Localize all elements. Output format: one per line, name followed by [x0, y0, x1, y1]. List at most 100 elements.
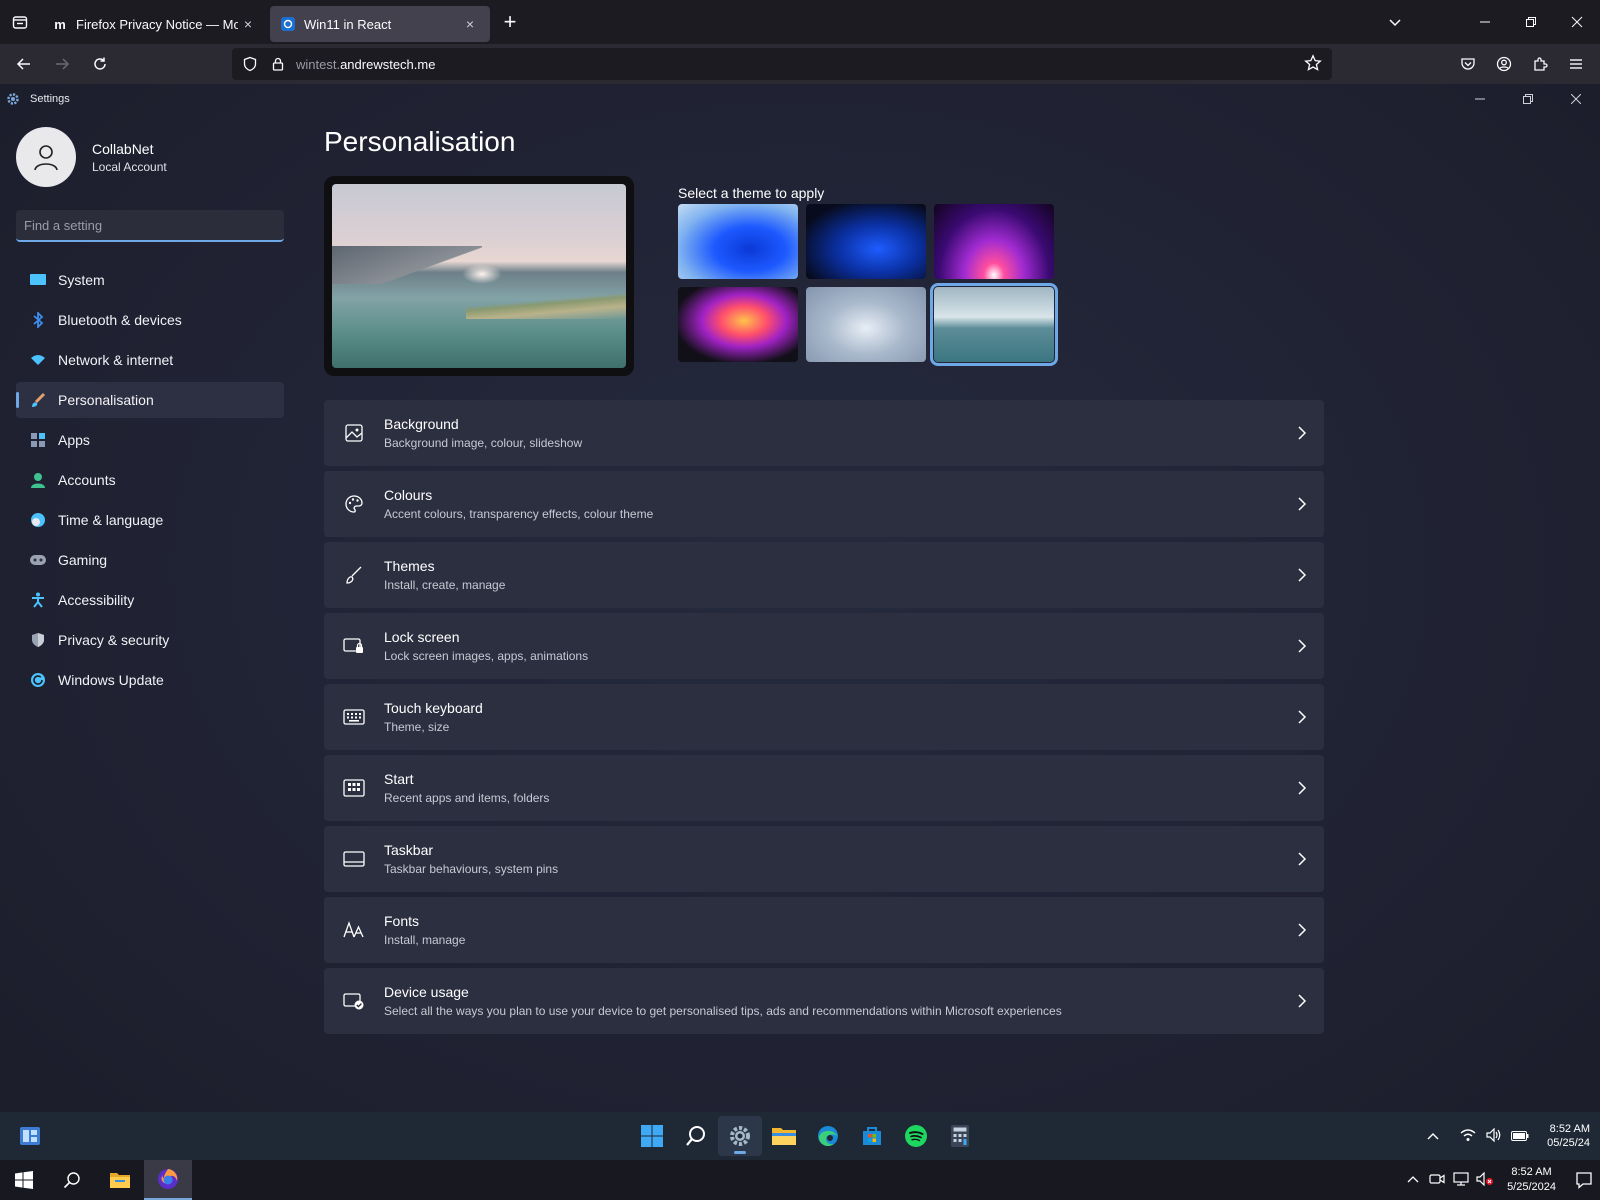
sidebar-item-personalisation[interactable]: Personalisation [16, 382, 284, 418]
firefox-view-button[interactable] [0, 0, 40, 44]
themes-card[interactable]: Themes Install, create, manage [324, 542, 1324, 608]
theme-thumbnail-dark[interactable] [806, 204, 926, 279]
taskbar-start-button[interactable] [630, 1116, 674, 1156]
sidebar-item-time-language[interactable]: Time & language [16, 502, 284, 538]
minimize-icon [1480, 21, 1490, 23]
chevron-right-icon [1298, 639, 1307, 653]
settings-maximize-button[interactable] [1504, 84, 1552, 114]
settings-window-titlebar: Settings [0, 84, 1600, 114]
sidebar-item-label: Accessibility [58, 592, 135, 608]
sidebar-item-gaming[interactable]: Gaming [16, 542, 284, 578]
shield-icon[interactable] [242, 56, 258, 72]
theme-thumbnail-light[interactable] [678, 204, 798, 279]
sidebar-item-accounts[interactable]: Accounts [16, 462, 284, 498]
sidebar-item-privacy-security[interactable]: Privacy & security [16, 622, 284, 658]
sidebar-item-windows-update[interactable]: Windows Update [16, 662, 284, 698]
reload-button[interactable] [82, 48, 118, 80]
card-title: Themes [384, 558, 435, 574]
settings-close-button[interactable] [1552, 84, 1600, 114]
card-description: Lock screen images, apps, animations [384, 649, 589, 663]
network-icon[interactable] [1449, 1171, 1473, 1189]
theme-thumbnail-sunrise[interactable] [930, 283, 1058, 366]
taskbar-store-button[interactable] [850, 1116, 894, 1156]
os-start-button[interactable] [0, 1160, 48, 1200]
fonts-card[interactable]: Fonts Install, manage [324, 897, 1324, 963]
restore-icon [1526, 17, 1536, 27]
globe-clock-icon [30, 512, 46, 528]
colours-card[interactable]: Colours Accent colours, transparency effe… [324, 471, 1324, 537]
search-input[interactable] [24, 217, 284, 233]
profile-account-type: Local Account [92, 159, 167, 174]
sidebar-item-apps[interactable]: Apps [16, 422, 284, 458]
os-search-button[interactable] [48, 1160, 96, 1200]
back-button[interactable] [6, 48, 42, 80]
arrow-right-icon [56, 58, 70, 70]
theme-thumbnail-flow[interactable] [806, 287, 926, 362]
theme-thumbnail-glow[interactable] [934, 204, 1054, 279]
sidebar-item-bluetooth[interactable]: Bluetooth & devices [16, 302, 284, 338]
volume-icon[interactable] [1482, 1127, 1506, 1145]
account-button[interactable] [1486, 48, 1522, 80]
wifi-icon[interactable] [1456, 1128, 1480, 1145]
bookmark-star-button[interactable] [1304, 54, 1322, 77]
personalisation-options: Background Background image, colour, slid… [324, 400, 1324, 1034]
theme-thumbnail-captured-motion[interactable] [678, 287, 798, 362]
tray-overflow-chevron-icon[interactable] [1421, 1129, 1445, 1144]
sidebar-item-system[interactable]: System [16, 262, 284, 298]
taskbar-spotify-button[interactable] [894, 1116, 938, 1156]
settings-minimize-button[interactable] [1456, 84, 1504, 114]
new-tab-button[interactable]: + [490, 9, 530, 35]
shield-icon [30, 632, 46, 648]
tab-close-button[interactable]: × [460, 16, 480, 32]
tab-title: Win11 in React [304, 16, 392, 32]
extensions-button[interactable] [1522, 48, 1558, 80]
os-file-explorer-button[interactable] [96, 1160, 144, 1200]
touch-keyboard-card[interactable]: Touch keyboard Theme, size [324, 684, 1324, 750]
lock-screen-icon [324, 613, 384, 679]
battery-icon[interactable] [1508, 1129, 1532, 1144]
taskbar-file-explorer-button[interactable] [762, 1116, 806, 1156]
close-window-button[interactable] [1554, 0, 1600, 44]
start-card[interactable]: Start Recent apps and items, folders [324, 755, 1324, 821]
url-bar[interactable]: wintest.andrewstech.me [232, 48, 1332, 80]
tray-overflow-chevron-icon[interactable] [1401, 1173, 1425, 1187]
chevron-right-icon [1298, 923, 1307, 937]
sidebar-item-network[interactable]: Network & internet [16, 342, 284, 378]
sidebar-item-accessibility[interactable]: Accessibility [16, 582, 284, 618]
user-profile[interactable]: CollabNet Local Account [16, 126, 284, 188]
tab-close-button[interactable]: × [238, 16, 258, 32]
action-center-button[interactable] [1568, 1160, 1600, 1200]
volume-muted-icon[interactable] [1473, 1171, 1497, 1189]
lock-screen-card[interactable]: Lock screen Lock screen images, apps, ani… [324, 613, 1324, 679]
taskbar-edge-button[interactable] [806, 1116, 850, 1156]
arrow-left-icon [16, 58, 30, 70]
os-clock[interactable]: 8:52 AM 5/25/2024 [1507, 1165, 1556, 1195]
search-setting-field[interactable] [16, 210, 284, 242]
background-card[interactable]: Background Background image, colour, slid… [324, 400, 1324, 466]
widgets-button[interactable] [18, 1124, 42, 1148]
lock-icon[interactable] [270, 56, 286, 72]
app-menu-button[interactable] [1558, 48, 1594, 80]
taskbar-calculator-button[interactable] [938, 1116, 982, 1156]
taskbar-settings-button[interactable] [718, 1116, 762, 1156]
list-all-tabs-button[interactable] [1372, 0, 1418, 44]
browser-tab-bar: m Firefox Privacy Notice — Mozill × Win1… [0, 0, 1600, 44]
os-firefox-button[interactable] [144, 1160, 192, 1200]
taskbar-search-button[interactable] [674, 1116, 718, 1156]
calculator-icon [951, 1125, 969, 1147]
card-description: Background image, colour, slideshow [384, 436, 583, 450]
minimize-button[interactable] [1462, 0, 1508, 44]
tab-win11-in-react[interactable]: Win11 in React × [270, 6, 490, 42]
restore-button[interactable] [1508, 0, 1554, 44]
forward-button[interactable] [44, 48, 80, 80]
taskbar-card[interactable]: Taskbar Taskbar behaviours, system pins [324, 826, 1324, 892]
meet-now-icon[interactable] [1425, 1172, 1449, 1189]
win11-react-favicon [280, 16, 296, 32]
device-usage-card[interactable]: Device usage Select all the ways you plan… [324, 968, 1324, 1034]
tab-firefox-privacy-notice[interactable]: m Firefox Privacy Notice — Mozill × [42, 6, 268, 42]
emulated-clock[interactable]: 8:52 AM 05/25/24 [1547, 1122, 1590, 1150]
themes-label: Select a theme to apply [678, 185, 825, 201]
fonts-icon [324, 897, 384, 963]
pocket-button[interactable] [1450, 48, 1486, 80]
image-icon [324, 400, 384, 466]
